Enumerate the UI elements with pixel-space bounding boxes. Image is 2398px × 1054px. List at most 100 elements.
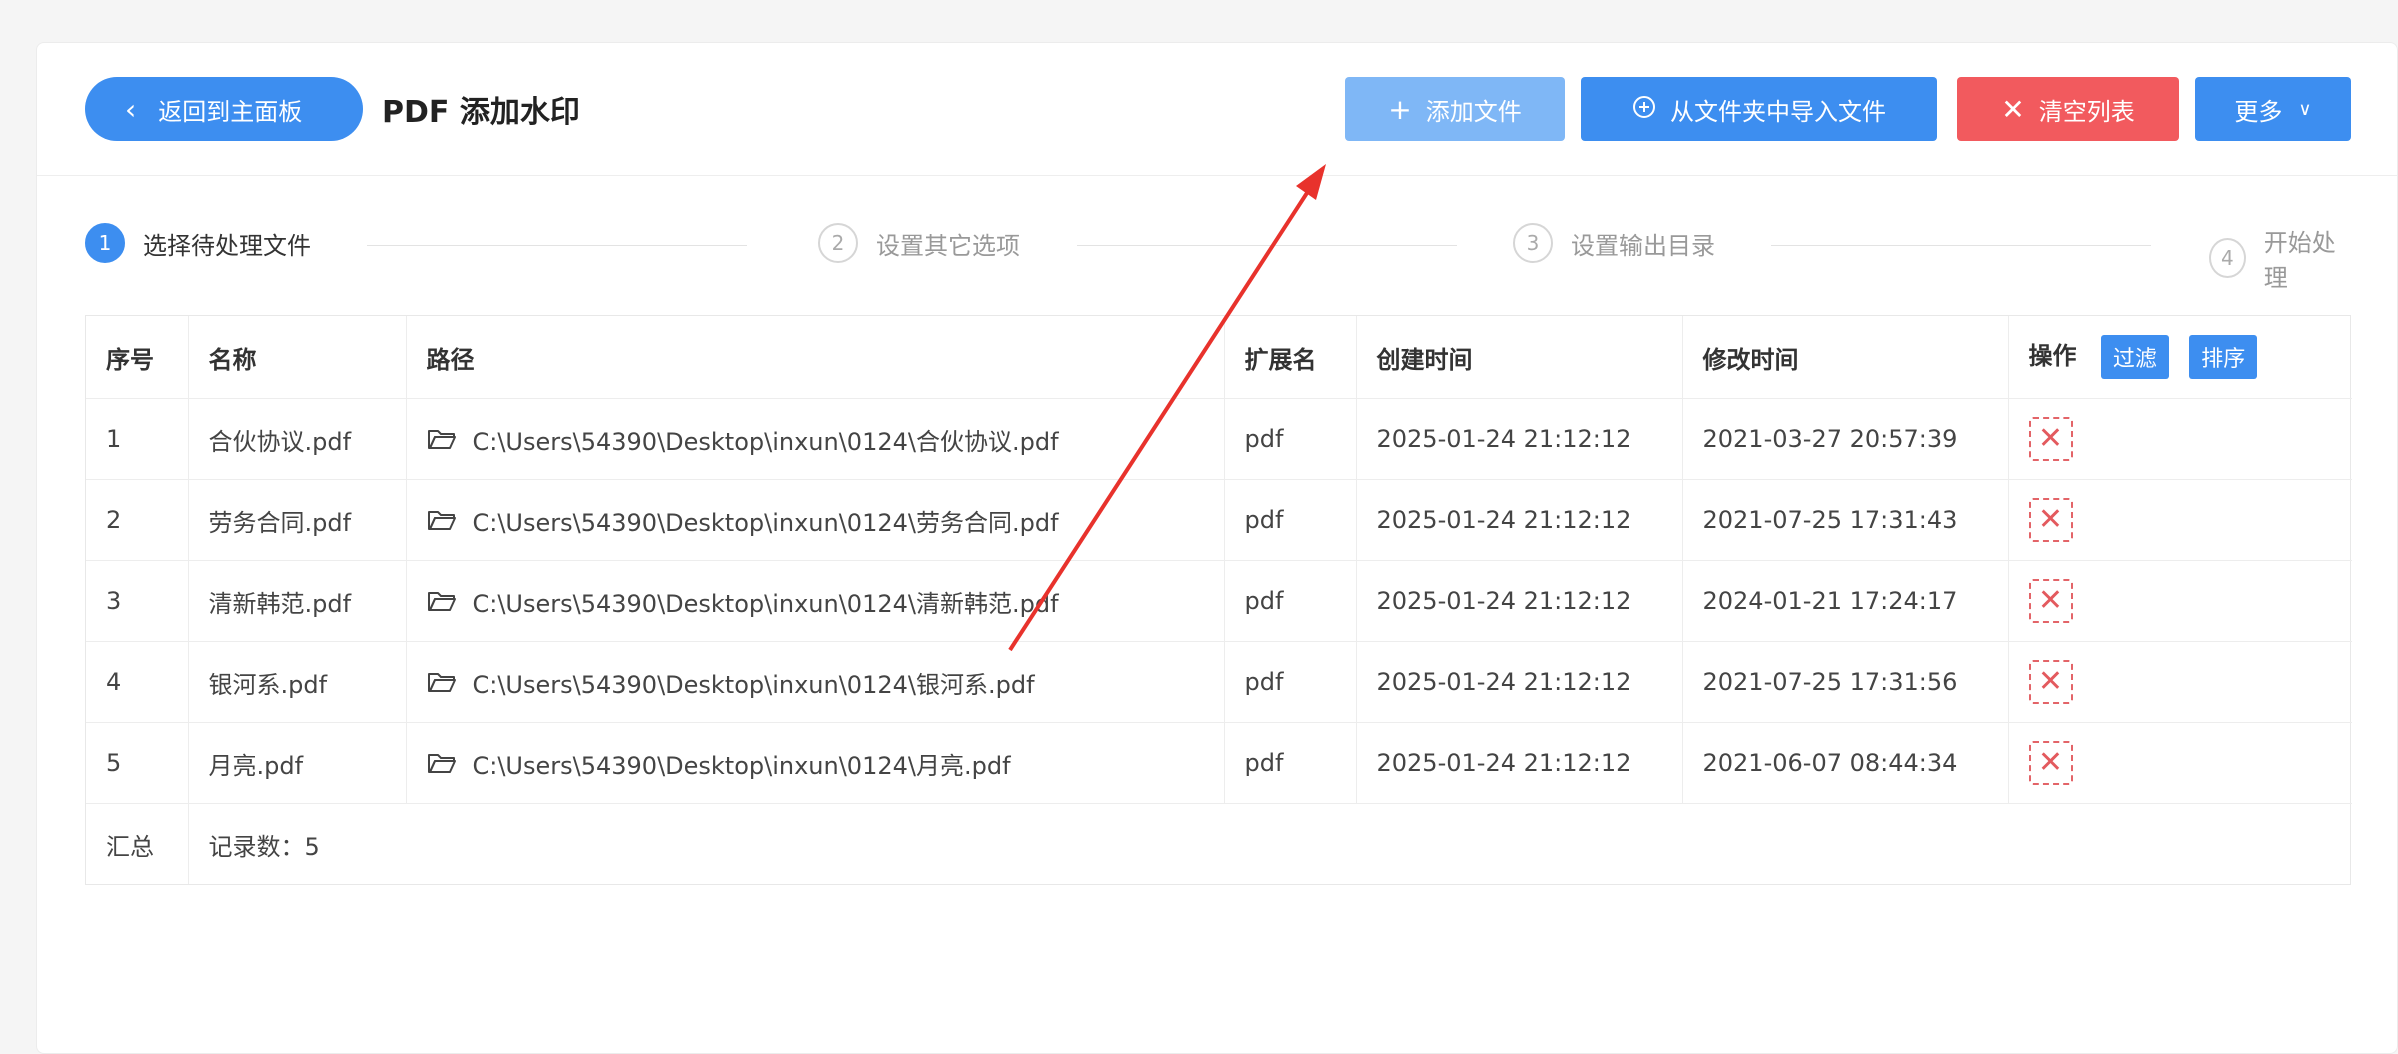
cell-modified: 2021-07-25 17:31:56 bbox=[1682, 641, 2009, 723]
step-3-number: 3 bbox=[1513, 223, 1553, 263]
path-text: C:\Users\54390\Desktop\inxun\0124\月亮.pdf bbox=[472, 751, 1011, 780]
add-file-label: 添加文件 bbox=[1425, 97, 1522, 126]
cell-name: 清新韩范.pdf bbox=[188, 560, 407, 642]
step-indicator: 1 选择待处理文件 2 设置其它选项 3 设置输出目录 4 开始处理 bbox=[85, 223, 2351, 292]
col-actions-label: 操作 bbox=[2028, 342, 2077, 370]
step-2-number: 2 bbox=[818, 223, 858, 263]
cell-name: 合伙协议.pdf bbox=[188, 398, 407, 480]
cell-modified: 2021-03-27 20:57:39 bbox=[1682, 398, 2009, 480]
path-text: C:\Users\54390\Desktop\inxun\0124\银河系.pd… bbox=[472, 670, 1035, 699]
folder-icon[interactable] bbox=[427, 428, 457, 450]
cell-index: 5 bbox=[86, 722, 189, 804]
cell-actions: ✕ bbox=[2008, 722, 2352, 804]
cell-modified: 2021-07-25 17:31:43 bbox=[1682, 479, 2009, 561]
col-name: 名称 bbox=[188, 316, 407, 399]
cell-created: 2025-01-24 21:12:12 bbox=[1356, 560, 1683, 642]
more-label: 更多 bbox=[2234, 97, 2283, 126]
step-connector bbox=[367, 245, 747, 246]
cell-path: C:\Users\54390\Desktop\inxun\0124\银河系.pd… bbox=[406, 641, 1225, 723]
delete-icon[interactable]: ✕ bbox=[2028, 741, 2073, 785]
col-path: 路径 bbox=[406, 316, 1225, 399]
cell-created: 2025-01-24 21:12:12 bbox=[1356, 479, 1683, 561]
delete-icon[interactable]: ✕ bbox=[2028, 417, 2073, 461]
col-index: 序号 bbox=[86, 316, 189, 399]
back-label: 返回到主面板 bbox=[158, 97, 303, 126]
cell-index: 2 bbox=[86, 479, 189, 561]
step-connector bbox=[1771, 245, 2151, 246]
step-connector bbox=[1077, 245, 1457, 246]
step-1-number: 1 bbox=[85, 223, 125, 263]
cell-actions: ✕ bbox=[2008, 641, 2352, 723]
cell-ext: pdf bbox=[1224, 560, 1357, 642]
file-table: 序号 名称 路径 扩展名 创建时间 修改时间 操作 过滤 排序 1 合伙协议.p bbox=[85, 315, 2352, 885]
delete-icon[interactable]: ✕ bbox=[2028, 579, 2073, 623]
folder-icon[interactable] bbox=[427, 752, 457, 774]
step-1-label: 选择待处理文件 bbox=[143, 231, 311, 260]
cell-ext: pdf bbox=[1224, 722, 1357, 804]
table-row: 3 清新韩范.pdf C:\Users\54390\Desktop\inxun\… bbox=[86, 560, 2352, 642]
col-actions: 操作 过滤 排序 bbox=[2008, 316, 2352, 399]
cell-created: 2025-01-24 21:12:12 bbox=[1356, 641, 1683, 723]
cell-ext: pdf bbox=[1224, 479, 1357, 561]
filter-button[interactable]: 过滤 bbox=[2100, 335, 2169, 379]
step-4-label: 开始处理 bbox=[2263, 229, 2336, 292]
path-text: C:\Users\54390\Desktop\inxun\0124\清新韩范.p… bbox=[472, 589, 1059, 618]
chevron-left-icon: ‹ bbox=[125, 92, 137, 126]
step-2: 2 设置其它选项 bbox=[818, 223, 1020, 263]
clear-list-button[interactable]: ✕ 清空列表 bbox=[1957, 77, 2179, 141]
col-created: 创建时间 bbox=[1356, 316, 1683, 399]
step-4-number: 4 bbox=[2209, 238, 2246, 278]
cell-index: 1 bbox=[86, 398, 189, 480]
more-button[interactable]: 更多 ∨ bbox=[2195, 77, 2351, 141]
table-header-row: 序号 名称 路径 扩展名 创建时间 修改时间 操作 过滤 排序 bbox=[86, 316, 2352, 399]
table-row: 2 劳务合同.pdf C:\Users\54390\Desktop\inxun\… bbox=[86, 479, 2352, 561]
clear-list-label: 清空列表 bbox=[2038, 97, 2135, 126]
cell-name: 月亮.pdf bbox=[188, 722, 407, 804]
col-ext: 扩展名 bbox=[1224, 316, 1357, 399]
delete-icon[interactable]: ✕ bbox=[2028, 660, 2073, 704]
cell-ext: pdf bbox=[1224, 398, 1357, 480]
cell-path: C:\Users\54390\Desktop\inxun\0124\清新韩范.p… bbox=[406, 560, 1225, 642]
chevron-down-icon: ∨ bbox=[2298, 98, 2312, 120]
summary-value: 记录数：5 bbox=[208, 832, 320, 861]
step-1: 1 选择待处理文件 bbox=[85, 223, 311, 263]
folder-icon[interactable] bbox=[427, 671, 457, 693]
cell-created: 2025-01-24 21:12:12 bbox=[1356, 722, 1683, 804]
cell-ext: pdf bbox=[1224, 641, 1357, 723]
cell-index: 3 bbox=[86, 560, 189, 642]
cell-name: 劳务合同.pdf bbox=[188, 479, 407, 561]
cell-path: C:\Users\54390\Desktop\inxun\0124\月亮.pdf bbox=[406, 722, 1225, 804]
table-row: 1 合伙协议.pdf C:\Users\54390\Desktop\inxun\… bbox=[86, 398, 2352, 480]
sort-button[interactable]: 排序 bbox=[2189, 335, 2258, 379]
cell-actions: ✕ bbox=[2008, 479, 2352, 561]
step-3-label: 设置输出目录 bbox=[1571, 231, 1715, 260]
import-folder-label: 从文件夹中导入文件 bbox=[1670, 97, 1886, 126]
summary-label: 汇总 bbox=[86, 803, 189, 884]
add-file-button[interactable]: + 添加文件 bbox=[1345, 77, 1565, 141]
header-bar: ‹ 返回到主面板 PDF 添加水印 + 添加文件 从文件夹中导入文件 ✕ 清空列… bbox=[37, 43, 2397, 176]
cell-created: 2025-01-24 21:12:12 bbox=[1356, 398, 1683, 480]
page-title: PDF 添加水印 bbox=[382, 95, 580, 130]
delete-icon[interactable]: ✕ bbox=[2028, 498, 2073, 542]
path-text: C:\Users\54390\Desktop\inxun\0124\合伙协议.p… bbox=[472, 427, 1059, 456]
cell-actions: ✕ bbox=[2008, 398, 2352, 480]
plus-icon: + bbox=[1388, 92, 1412, 126]
folder-icon[interactable] bbox=[427, 509, 457, 531]
circle-plus-icon bbox=[1632, 93, 1656, 126]
folder-icon[interactable] bbox=[427, 590, 457, 612]
path-text: C:\Users\54390\Desktop\inxun\0124\劳务合同.p… bbox=[472, 508, 1059, 537]
cell-path: C:\Users\54390\Desktop\inxun\0124\劳务合同.p… bbox=[406, 479, 1225, 561]
import-folder-button[interactable]: 从文件夹中导入文件 bbox=[1581, 77, 1937, 141]
cell-path: C:\Users\54390\Desktop\inxun\0124\合伙协议.p… bbox=[406, 398, 1225, 480]
close-icon: ✕ bbox=[2001, 92, 2025, 126]
back-to-main-button[interactable]: ‹ 返回到主面板 bbox=[85, 77, 363, 141]
table-row: 5 月亮.pdf C:\Users\54390\Desktop\inxun\01… bbox=[86, 722, 2352, 804]
step-3: 3 设置输出目录 bbox=[1513, 223, 1715, 263]
cell-name: 银河系.pdf bbox=[188, 641, 407, 723]
col-modified: 修改时间 bbox=[1682, 316, 2009, 399]
step-4: 4 开始处理 bbox=[2209, 223, 2351, 293]
step-2-label: 设置其它选项 bbox=[876, 231, 1020, 260]
cell-actions: ✕ bbox=[2008, 560, 2352, 642]
cell-modified: 2024-01-21 17:24:17 bbox=[1682, 560, 2009, 642]
cell-index: 4 bbox=[86, 641, 189, 723]
